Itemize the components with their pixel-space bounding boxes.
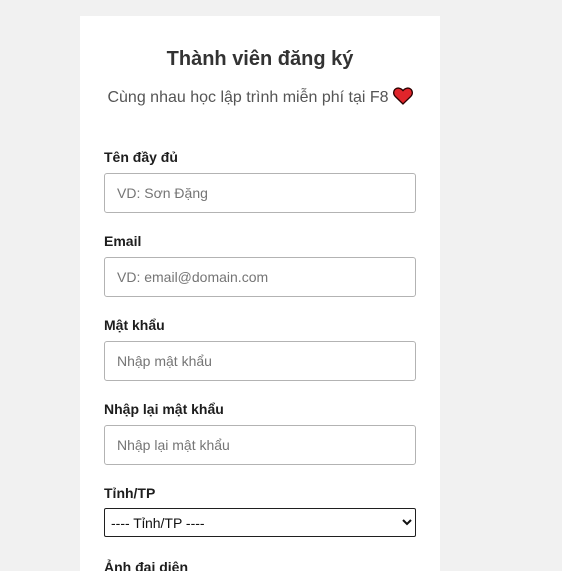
avatar-group: Ảnh đại diện — [104, 558, 416, 571]
password-group: Mật khẩu — [104, 316, 416, 381]
password-label: Mật khẩu — [104, 317, 165, 333]
email-label: Email — [104, 233, 142, 249]
form-subtitle: Cùng nhau học lập trình miễn phí tại F8 — [104, 87, 416, 111]
register-form-card: Thành viên đăng ký Cùng nhau học lập trì… — [80, 16, 440, 571]
password-confirm-label: Nhập lại mật khẩu — [104, 401, 224, 417]
fullname-label: Tên đầy đủ — [104, 149, 178, 165]
heart-icon — [392, 87, 413, 111]
fullname-input[interactable] — [104, 173, 416, 213]
province-group: Tỉnh/TP ---- Tỉnh/TP ---- — [104, 484, 416, 537]
form-title: Thành viên đăng ký — [166, 48, 354, 70]
fullname-group: Tên đầy đủ — [104, 148, 416, 213]
email-input[interactable] — [104, 257, 416, 297]
avatar-label: Ảnh đại diện — [104, 559, 188, 571]
password-confirm-group: Nhập lại mật khẩu — [104, 400, 416, 465]
email-group: Email — [104, 232, 416, 297]
password-input[interactable] — [104, 341, 416, 381]
province-select[interactable]: ---- Tỉnh/TP ---- — [104, 508, 416, 537]
form-subtitle-text: Cùng nhau học lập trình miễn phí tại F8 — [107, 89, 389, 106]
password-confirm-input[interactable] — [104, 425, 416, 465]
province-label: Tỉnh/TP — [104, 485, 156, 501]
